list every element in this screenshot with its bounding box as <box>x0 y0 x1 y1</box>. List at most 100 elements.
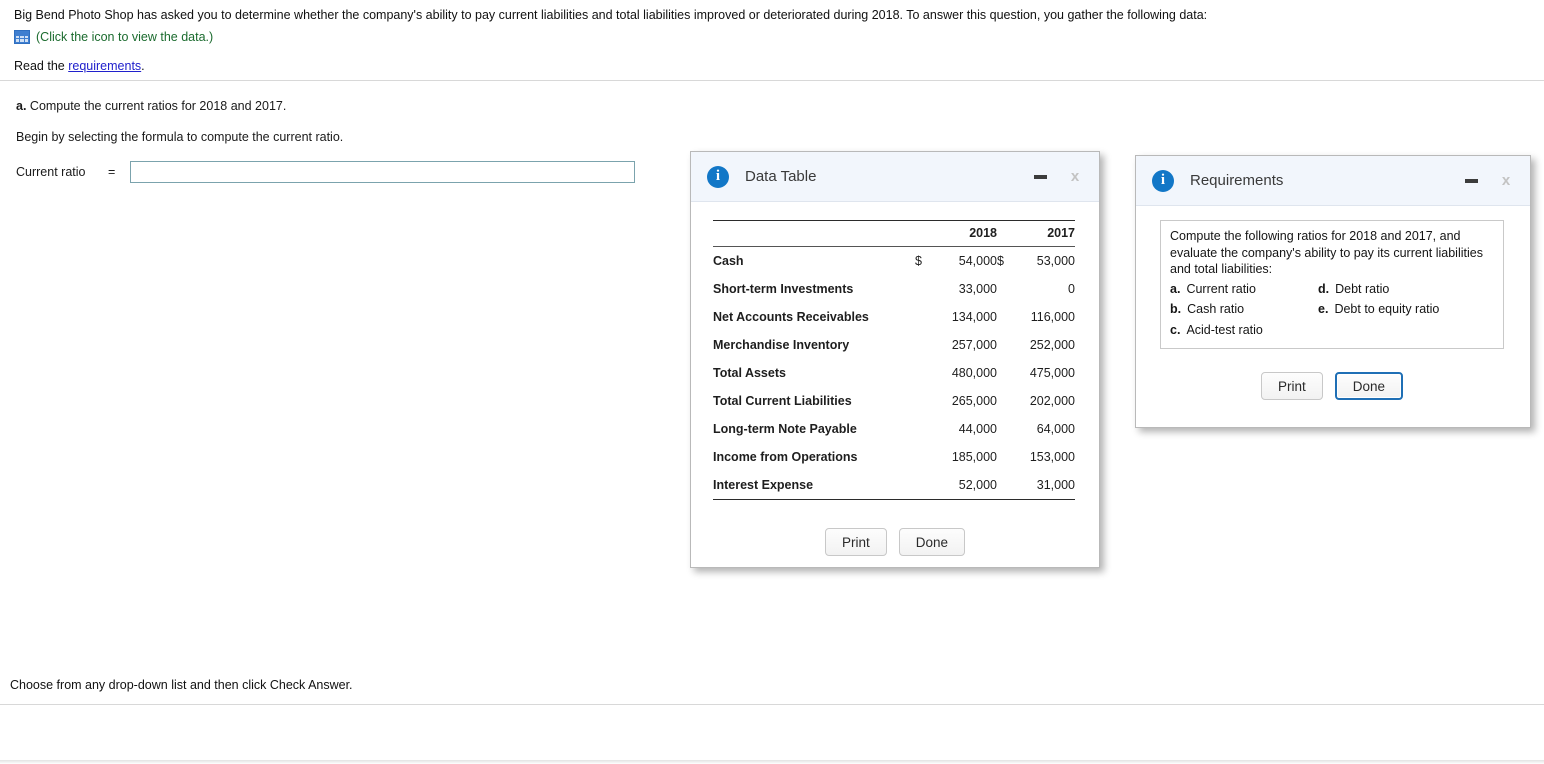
requirements-dialog-header: i Requirements x <box>1136 156 1530 206</box>
cell-2018: 257,000 <box>951 338 997 352</box>
requirements-dialog-footer: Print Done <box>1160 372 1504 400</box>
data-table-wrapper: 2018 2017 Cash $54,000 $53,000 Short-term I… <box>691 202 1099 500</box>
requirements-intro: Compute the following ratios for 2018 an… <box>1170 229 1483 276</box>
cell-2018: 480,000 <box>951 366 997 380</box>
cell-2018: 33,000 <box>958 282 997 296</box>
currency-symbol-2017 <box>997 275 1013 303</box>
currency-symbol-2018 <box>915 359 931 387</box>
table-header-row: 2018 2017 <box>713 221 1075 247</box>
currency-symbol-2017 <box>997 387 1013 415</box>
bottom-hint: Choose from any drop-down list and then … <box>10 678 353 692</box>
data-table-dialog-header: i Data Table x <box>691 152 1099 202</box>
minimize-icon[interactable] <box>1029 166 1051 188</box>
requirement-item-d: d. Debt ratio <box>1318 281 1494 298</box>
row-label: Net Accounts Receivables <box>713 310 869 324</box>
requirement-letter-c: c. <box>1170 322 1181 337</box>
requirement-item-e: e. Debt to equity ratio <box>1318 301 1494 318</box>
read-suffix: . <box>141 59 145 73</box>
currency-symbol-2017 <box>997 471 1013 500</box>
problem-statement: Big Bend Photo Shop has asked you to det… <box>14 6 1534 75</box>
requirements-dialog-body: Compute the following ratios for 2018 an… <box>1136 206 1530 400</box>
cell-2018: 54,000 <box>958 254 997 268</box>
currency-symbol-2018 <box>915 331 931 359</box>
col-header-2018: 2018 <box>969 226 997 240</box>
equals-sign: = <box>108 165 116 179</box>
cell-2017: 0 <box>1068 282 1075 296</box>
data-table-done-button[interactable]: Done <box>898 528 966 556</box>
requirement-text-c: Acid-test ratio <box>1186 322 1263 337</box>
requirements-link[interactable]: requirements <box>68 59 141 73</box>
col-header-blank <box>713 221 915 247</box>
table-row: Cash $54,000 $53,000 <box>713 247 1075 276</box>
table-row: Long-term Note Payable 44,000 64,000 <box>713 415 1075 443</box>
status-bar: 10 parts remaining Clear All <box>0 705 1544 764</box>
data-table-dialog-body: 2018 2017 Cash $54,000 $53,000 Short-term I… <box>691 202 1099 556</box>
info-icon: i <box>707 165 729 188</box>
requirement-item-c: c. Acid-test ratio <box>1170 322 1318 339</box>
requirement-text-b: Cash ratio <box>1187 302 1245 316</box>
cell-2018: 265,000 <box>951 394 997 408</box>
part-a-question: a. Compute the current ratios for 2018 a… <box>16 99 716 113</box>
table-body: Cash $54,000 $53,000 Short-term Investments… <box>713 247 1075 500</box>
requirements-print-button[interactable]: Print <box>1260 372 1323 400</box>
close-icon[interactable]: x <box>1065 167 1085 187</box>
financial-data-table: 2018 2017 Cash $54,000 $53,000 Short-term I… <box>713 220 1075 500</box>
table-row: Net Accounts Receivables 134,000 116,000 <box>713 303 1075 331</box>
requirements-list: a. Current ratio d. Debt ratio b. Cash r… <box>1170 281 1494 339</box>
requirement-text-e: Debt to equity ratio <box>1334 302 1440 316</box>
data-table-dialog-footer: Print Done <box>691 528 1099 556</box>
table-row: Income from Operations 185,000 153,000 <box>713 443 1075 471</box>
cell-2018: 44,000 <box>958 422 997 436</box>
table-row: Total Current Liabilities 265,000 202,000 <box>713 387 1075 415</box>
currency-symbol-2017 <box>997 303 1013 331</box>
currency-symbol-2017 <box>997 359 1013 387</box>
grid-icon-cells <box>15 34 29 43</box>
read-requirements-line: Read the requirements. <box>14 57 1534 75</box>
cell-2017: 53,000 <box>1036 254 1075 268</box>
info-icon: i <box>1152 169 1174 192</box>
cell-2017: 64,000 <box>1036 422 1075 436</box>
requirements-done-button[interactable]: Done <box>1334 372 1404 400</box>
table-row: Interest Expense 52,000 31,000 <box>713 471 1075 500</box>
currency-symbol-2017 <box>997 443 1013 471</box>
cell-2017: 31,000 <box>1036 478 1075 492</box>
top-divider <box>0 80 1544 81</box>
current-ratio-input[interactable] <box>130 161 635 183</box>
requirement-letter-d: d. <box>1318 281 1330 296</box>
data-table-dialog-title: Data Table <box>745 168 817 185</box>
cell-2017: 202,000 <box>1029 394 1075 408</box>
current-ratio-label: Current ratio <box>16 165 86 179</box>
col-header-2017: 2017 <box>1047 226 1075 240</box>
requirement-letter-e: e. <box>1318 302 1329 316</box>
table-head: 2018 2017 <box>713 220 1075 247</box>
cell-2018: 185,000 <box>951 450 997 464</box>
requirement-item-b: b. Cash ratio <box>1170 301 1318 318</box>
table-grid-icon[interactable] <box>14 30 30 44</box>
col-header-currency-2017 <box>997 221 1013 247</box>
part-a-question-text: Compute the current ratios for 2018 and … <box>26 99 287 113</box>
read-prefix: Read the <box>14 59 69 73</box>
row-label: Long-term Note Payable <box>713 422 857 436</box>
currency-symbol-2017 <box>997 415 1013 443</box>
requirement-item-a: a. Current ratio <box>1170 281 1318 298</box>
currency-symbol-2018 <box>915 443 931 471</box>
currency-symbol-2018 <box>915 471 931 500</box>
row-label: Total Assets <box>713 366 786 380</box>
cell-2017: 475,000 <box>1029 366 1075 380</box>
data-table-print-button[interactable]: Print <box>824 528 887 556</box>
table-row: Merchandise Inventory 257,000 252,000 <box>713 331 1075 359</box>
cell-2017: 116,000 <box>1030 310 1075 324</box>
requirement-letter-b: b. <box>1170 302 1182 316</box>
row-label: Merchandise Inventory <box>713 338 850 352</box>
row-label: Short-term Investments <box>713 282 854 296</box>
close-icon[interactable]: x <box>1496 171 1516 191</box>
cell-2017: 153,000 <box>1029 450 1075 464</box>
requirements-grid-spacer <box>1318 322 1494 339</box>
col-header-currency-2018 <box>915 221 931 247</box>
minimize-icon[interactable] <box>1460 170 1482 192</box>
currency-symbol-2018: $ <box>915 254 922 268</box>
currency-symbol-2017: $ <box>997 254 1004 268</box>
currency-symbol-2017 <box>997 331 1013 359</box>
currency-symbol-2018 <box>915 303 931 331</box>
bottom-shadow <box>0 760 1544 764</box>
